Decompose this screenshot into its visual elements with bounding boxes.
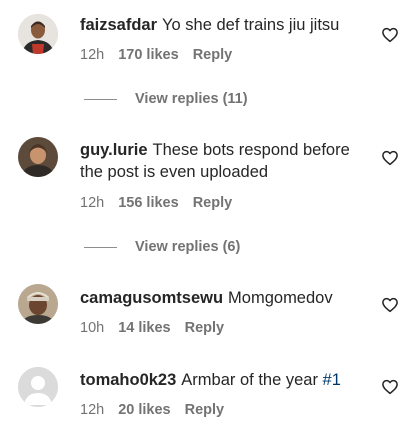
comment-likes[interactable]: 14 likes [118, 320, 170, 336]
comment-body: Armbar of the year [181, 371, 323, 389]
comment-text: camagusomtsewu Momgomedov [80, 287, 370, 309]
comment-meta: 12h 20 likes Reply [80, 402, 224, 418]
default-avatar-icon [18, 367, 58, 407]
comment-meta: 12h 170 likes Reply [80, 47, 232, 63]
comment-username[interactable]: camagusomtsewu [80, 289, 223, 307]
comment-meta: 10h 14 likes Reply [80, 320, 224, 336]
heart-outline-icon[interactable] [381, 296, 399, 314]
user-photo-icon [18, 14, 58, 54]
heart-outline-icon[interactable] [381, 149, 399, 167]
comment-username[interactable]: faizsafdar [80, 16, 157, 34]
reply-button[interactable]: Reply [193, 47, 233, 63]
comment-likes[interactable]: 170 likes [118, 47, 178, 63]
reply-button[interactable]: Reply [185, 402, 225, 418]
comment-text: guy.lurie These bots respond before the p… [80, 139, 370, 183]
comment-likes[interactable]: 156 likes [118, 195, 178, 211]
view-replies-label: View replies (11) [135, 91, 248, 107]
user-photo-icon [18, 284, 58, 324]
heart-outline-icon[interactable] [381, 378, 399, 396]
comment-likes[interactable]: 20 likes [118, 402, 170, 418]
comment-meta: 12h 156 likes Reply [80, 195, 232, 211]
user-photo-icon [18, 137, 58, 177]
reply-button[interactable]: Reply [193, 195, 233, 211]
comment-timestamp[interactable]: 10h [80, 320, 104, 336]
view-replies-button[interactable]: View replies (11) [84, 91, 248, 107]
avatar[interactable] [18, 284, 58, 324]
comment-username[interactable]: tomaho0k23 [80, 371, 176, 389]
hashtag-link[interactable]: #1 [323, 371, 341, 389]
comment-timestamp[interactable]: 12h [80, 402, 104, 418]
view-replies-button[interactable]: View replies (6) [84, 239, 240, 255]
comment-text: tomaho0k23 Armbar of the year #1 [80, 369, 370, 391]
comment-timestamp[interactable]: 12h [80, 47, 104, 63]
view-replies-label: View replies (6) [135, 239, 241, 255]
divider-line [84, 246, 117, 248]
avatar[interactable] [18, 137, 58, 177]
heart-outline-icon[interactable] [381, 26, 399, 44]
avatar[interactable] [18, 367, 58, 407]
comment-text: faizsafdar Yo she def trains jiu jitsu [80, 14, 370, 36]
comment-body: Momgomedov [228, 289, 333, 307]
divider-line [84, 98, 117, 100]
reply-button[interactable]: Reply [185, 320, 225, 336]
avatar[interactable] [18, 14, 58, 54]
comment-body: Yo she def trains jiu jitsu [162, 16, 340, 34]
comment-timestamp[interactable]: 12h [80, 195, 104, 211]
comment-username[interactable]: guy.lurie [80, 141, 148, 159]
